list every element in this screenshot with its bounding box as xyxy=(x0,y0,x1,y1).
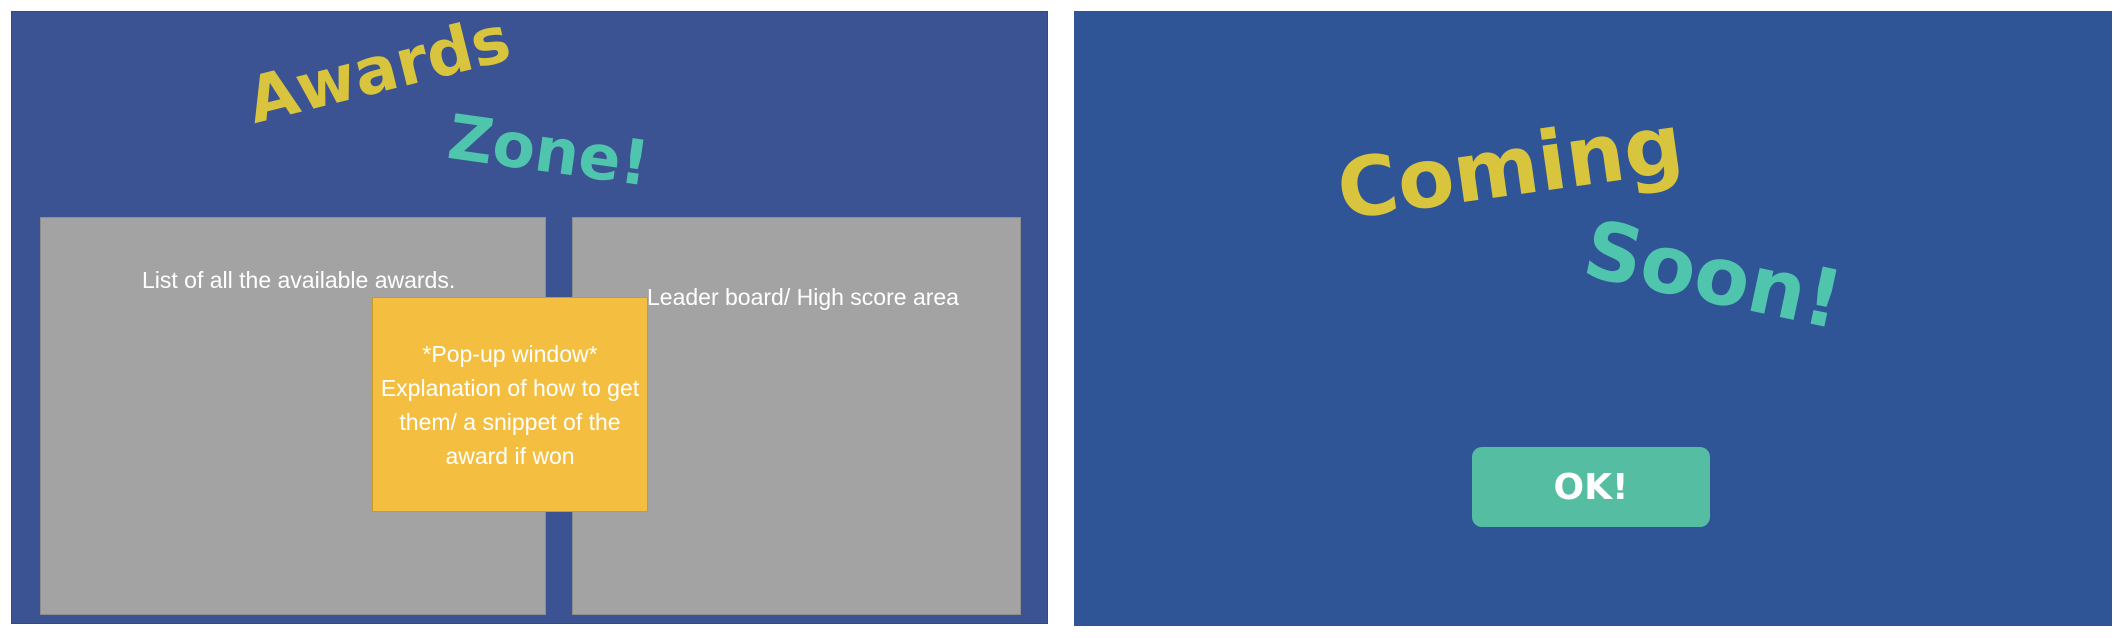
ok-button-label: OK! xyxy=(1553,466,1629,508)
soon-word: Soon! xyxy=(1576,202,1851,348)
leaderboard-label: Leader board/ High score area xyxy=(647,284,959,310)
coming-soon-screen: Coming Soon! OK! xyxy=(1074,11,2112,626)
popup-text: *Pop-up window* Explanation of how to ge… xyxy=(380,340,640,469)
awards-list-label: List of all the available awards. xyxy=(142,267,456,293)
award-popup-window[interactable]: *Pop-up window* Explanation of how to ge… xyxy=(372,297,648,512)
ok-button[interactable]: OK! xyxy=(1472,447,1710,527)
title-word-zone: Zone! xyxy=(443,100,654,201)
awards-zone-screen: Awards Zone! List of all the available a… xyxy=(11,2,1048,624)
